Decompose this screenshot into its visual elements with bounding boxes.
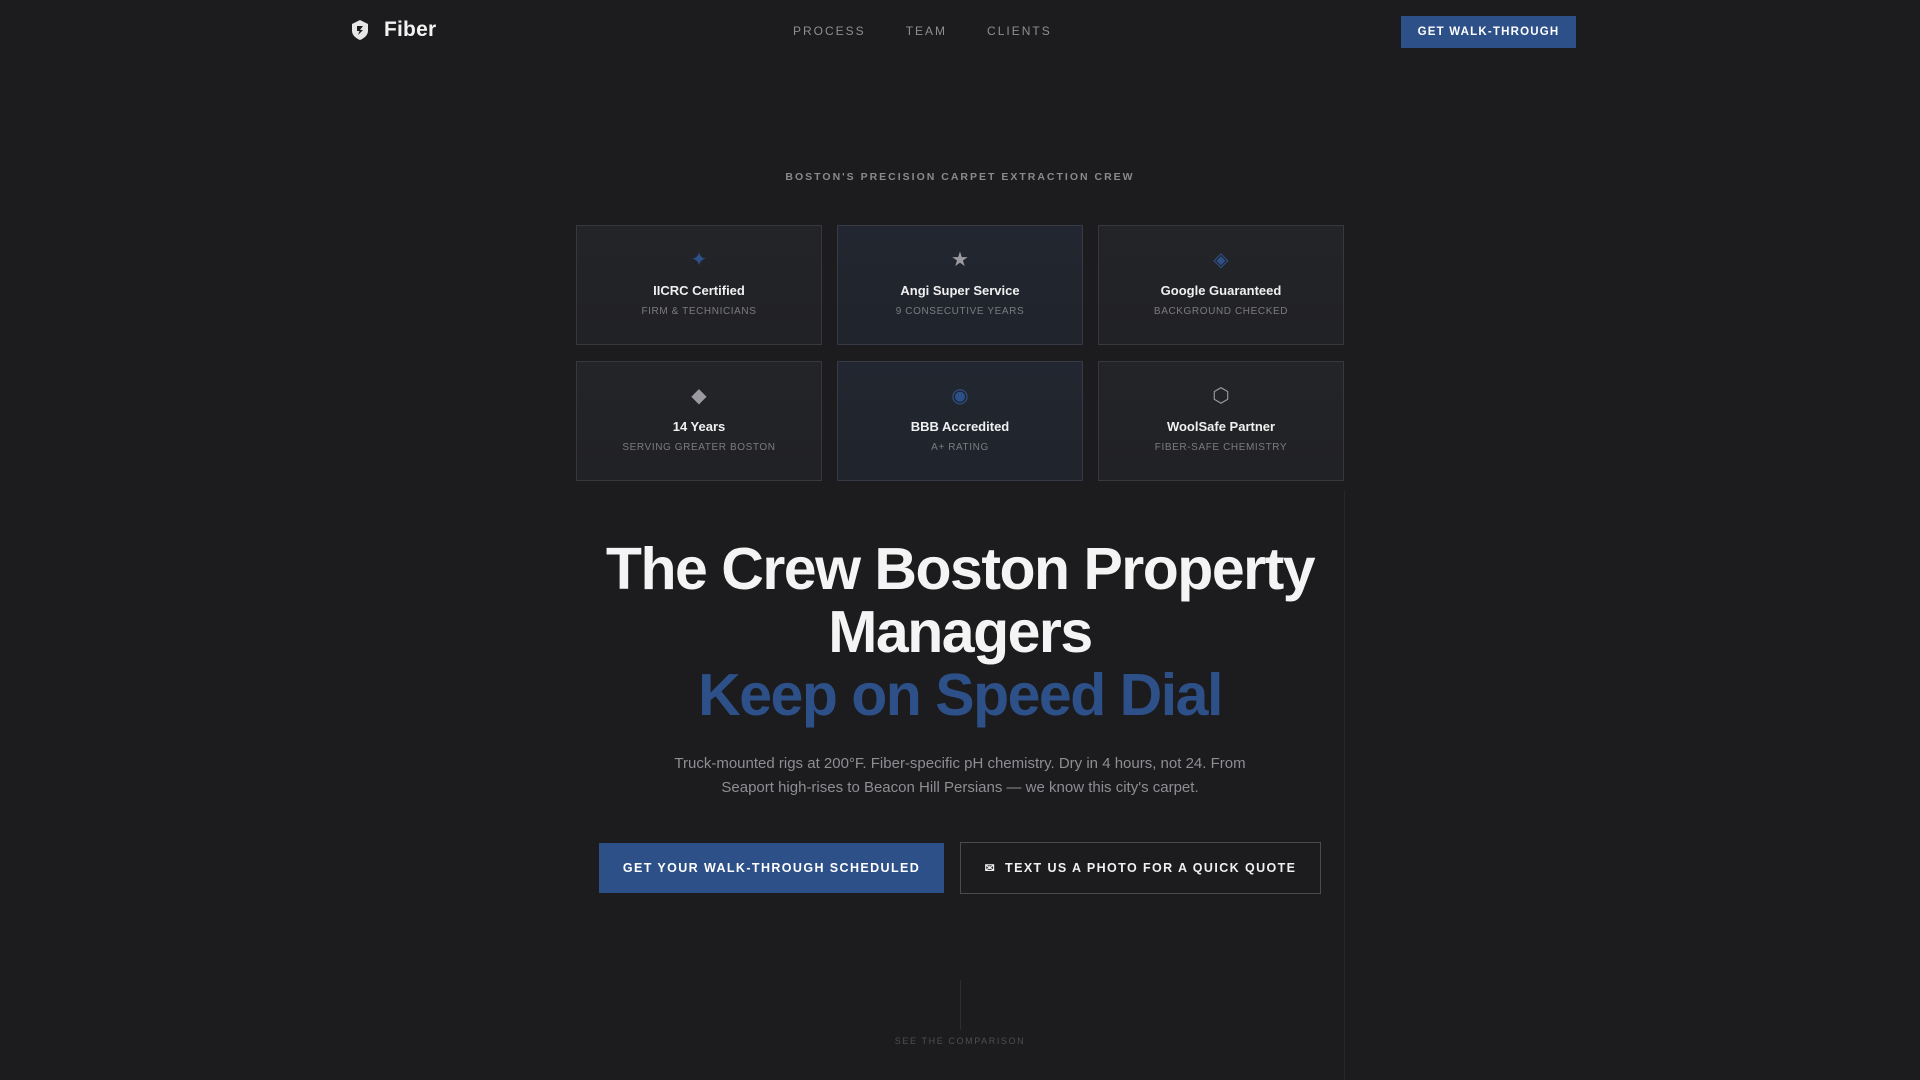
badge-subtitle: 9 CONSECUTIVE YEARS [895, 306, 1025, 317]
badge-subtitle: FIBER-SAFE CHEMISTRY [1154, 442, 1288, 453]
nav-link-process[interactable]: PROCESS [793, 24, 866, 38]
badge-angi: ★ Angi Super Service 9 CONSECUTIVE YEARS [837, 225, 1083, 345]
target-icon: ◉ [951, 385, 969, 407]
diamond-icon: ◈ [1213, 249, 1229, 271]
badge-subtitle: SERVING GREATER BOSTON [622, 442, 776, 453]
brand-name: Fiber [384, 18, 437, 41]
text-photo-quote-button[interactable]: ✉ TEXT US A PHOTO FOR A QUICK QUOTE [960, 842, 1321, 894]
get-walk-through-button[interactable]: GET WALK-THROUGH [1401, 16, 1576, 48]
hero-eyebrow: BOSTON'S PRECISION CARPET EXTRACTION CRE… [785, 171, 1135, 183]
see-comparison-link[interactable]: SEE THE COMPARISON [0, 1036, 1920, 1046]
credential-badges: ✦ IICRC Certified FIRM & TECHNICIANS ★ A… [576, 225, 1344, 481]
badge-bbb: ◉ BBB Accredited A+ RATING [837, 361, 1083, 481]
sparkle-icon: ✦ [690, 249, 708, 271]
nav-links: PROCESS TEAM CLIENTS [793, 24, 1052, 38]
star-icon: ★ [951, 249, 969, 271]
badge-title: 14 Years [672, 419, 726, 434]
badge-iicrc: ✦ IICRC Certified FIRM & TECHNICIANS [576, 225, 822, 345]
schedule-walk-through-button[interactable]: GET YOUR WALK-THROUGH SCHEDULED [599, 843, 944, 893]
badge-title: WoolSafe Partner [1166, 419, 1276, 434]
hero-title-line2: Managers [828, 599, 1093, 665]
text-photo-quote-label: TEXT US A PHOTO FOR A QUICK QUOTE [1005, 861, 1297, 875]
brand[interactable]: Fiber [350, 18, 436, 42]
badge-woolsafe: ⬡ WoolSafe Partner FIBER-SAFE CHEMISTRY [1098, 361, 1344, 481]
badge-title: Google Guaranteed [1160, 283, 1282, 298]
badge-subtitle: FIRM & TECHNICIANS [641, 306, 757, 317]
badge-subtitle: BACKGROUND CHECKED [1153, 306, 1289, 317]
badge-google: ◈ Google Guaranteed BACKGROUND CHECKED [1098, 225, 1344, 345]
nav-link-clients[interactable]: CLIENTS [987, 24, 1052, 38]
badge-subtitle: A+ RATING [931, 442, 989, 453]
diamond-solid-icon: ◆ [691, 385, 707, 407]
badge-years: ◆ 14 Years SERVING GREATER BOSTON [576, 361, 822, 481]
badge-title: IICRC Certified [653, 283, 745, 298]
nav-link-team[interactable]: TEAM [906, 24, 947, 38]
hero-subtitle: Truck-mounted rigs at 200°F. Fiber-speci… [674, 755, 1246, 796]
envelope-icon: ✉ [984, 861, 997, 875]
hexagon-icon: ⬡ [1212, 385, 1230, 407]
badge-title: BBB Accredited [910, 419, 1010, 434]
hero-title: The Crew Boston Property Managers Keep o… [0, 538, 1920, 727]
badge-title: Angi Super Service [900, 283, 1020, 298]
brand-logo-icon [352, 20, 368, 40]
scroll-line [960, 980, 961, 1030]
top-nav: Fiber PROCESS TEAM CLIENTS GET WALK-THRO… [0, 0, 1920, 64]
hero-title-accent: Keep on Speed Dial [698, 662, 1223, 728]
hero-title-line1: The Crew Boston Property [605, 536, 1316, 602]
